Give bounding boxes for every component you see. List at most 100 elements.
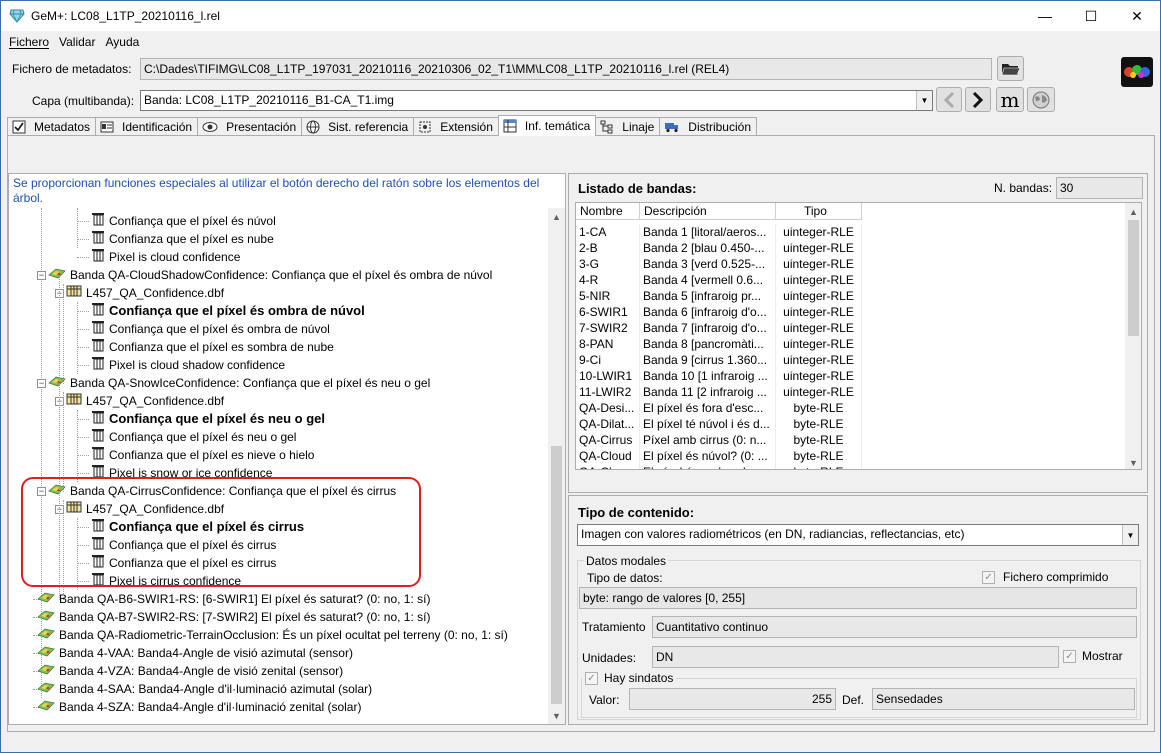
open-folder-button[interactable] [997,56,1024,81]
scroll-up-icon[interactable]: ▲ [1125,203,1141,220]
table-row[interactable]: 3-G Banda 3 [verd 0.525-... uinteger-RLE [576,256,1125,272]
tree-node-field[interactable]: Confianza que el píxel es nube [91,230,274,248]
next-band-button[interactable] [965,87,991,112]
table-row[interactable]: 7-SWIR2 Banda 7 [infraroig d'o... uinteger… [576,320,1125,336]
tree-node-field[interactable]: Confiança que el píxel és ombra de núvol [91,320,330,338]
table-row[interactable]: QA-Cloud El píxel és núvol? (0: ... byte-R… [576,448,1125,464]
miramon-button[interactable]: m [996,87,1024,112]
tree-node-dbf[interactable]: − L457_QA_Confidence.dbf [55,284,224,302]
truck-icon [665,123,679,133]
column-header-descripcion[interactable]: Descripción [640,203,776,220]
collapse-icon[interactable]: − [37,378,46,388]
content-type-select[interactable]: Imagen con valores radiométricos (en DN,… [577,524,1139,546]
tree-node-band[interactable]: Banda 4-VZA: Banda4-Angle de visió zenit… [37,662,343,680]
tree-scrollbar-thumb[interactable] [551,446,562,704]
band-table[interactable]: Nombre Descripción Tipo 1-CA Banda 1 [lit… [575,202,1142,470]
layer-select[interactable]: Banda: LC08_L1TP_20210116_B1-CA_T1.img ▼ [140,90,933,111]
tree-node-label: Confianza que el píxel es nube [109,232,274,246]
tree-scrollbar[interactable]: ▲ ▼ [548,208,565,724]
scroll-down-icon[interactable]: ▼ [548,707,565,724]
table-row[interactable]: 8-PAN Banda 8 [pancromàti... uinteger-RLE [576,336,1125,352]
close-button[interactable]: ✕ [1114,1,1160,31]
tree-node-field[interactable]: Confiança que el píxel és cirrus [91,536,276,554]
tab-identificacion[interactable]: Identificación [95,117,199,136]
column-header-nombre[interactable]: Nombre [576,203,640,220]
band-type-cell: uinteger-RLE [776,384,862,400]
table-field-icon [91,356,105,375]
column-header-tipo[interactable]: Tipo [776,203,862,220]
table-row[interactable]: 9-Ci Banda 9 [cirrus 1.360... uinteger-RLE [576,352,1125,368]
table-row[interactable]: 4-R Banda 4 [vermell 0.6... uinteger-RLE [576,272,1125,288]
table-icon [503,119,517,133]
tree-node-band[interactable]: − Banda QA-CloudShadowConfidence: Confian… [37,266,492,284]
table-row[interactable]: 1-CA Banda 1 [litoral/aeros... uinteger-RL… [576,224,1125,240]
tree-node-band[interactable]: Banda QA-B6-SWIR1-RS: [6-SWIR1] El píxel… [37,590,430,608]
tree-node-label: Confiança que el píxel és neu o gel [109,430,297,444]
tab-presentacion[interactable]: Presentación [197,117,303,136]
collapse-icon[interactable]: − [37,486,46,496]
band-table-scrollbar-thumb[interactable] [1128,220,1139,336]
tree-node-field[interactable]: Confianza que el píxel es nieve o hielo [91,446,314,464]
compressed-checkbox[interactable]: ✓ Fichero comprimido [982,570,1108,584]
table-row[interactable]: 10-LWIR1 Banda 10 [1 infraroig ... uintege… [576,368,1125,384]
tree-node-band[interactable]: Banda QA-B7-SWIR2-RS: [7-SWIR2] El píxel… [37,608,430,626]
tree-node-field[interactable]: Pixel is cloud confidence [91,248,240,266]
band-type-cell: byte-RLE [776,464,862,469]
minimize-button[interactable]: — [1022,1,1068,31]
tree-node-field[interactable]: Confiança que el píxel és ombra de núvol [91,302,365,320]
tree-node-band[interactable]: Banda 4-VAA: Banda4-Angle de visió azimu… [37,644,353,662]
tree-node-band[interactable]: Banda QA-Radiometric-TerrainOcclusion: É… [37,626,508,644]
tree-node-label: Pixel is cloud confidence [109,250,241,264]
tab-distribucion[interactable]: Distribución [659,117,757,136]
globe-button[interactable] [1027,87,1055,112]
tree-node-field[interactable]: Confianza que el píxel es sombra de nube [91,338,334,356]
tab-metadatos[interactable]: Metadatos [7,117,97,136]
maximize-button[interactable]: ☐ [1068,1,1114,31]
tree-node-band[interactable]: − Banda QA-CirrusConfidence: Confiança qu… [37,482,396,500]
menu-validar[interactable]: Validar [55,35,99,49]
show-units-checkbox[interactable]: ✓ Mostrar [1063,649,1123,663]
data-type-label: Tipo de datos: [587,571,663,585]
tree-node-field[interactable]: Confiança que el píxel és neu o gel [91,428,296,446]
previous-band-button[interactable] [936,87,962,112]
tree-node-field[interactable]: Confiança que el píxel és núvol [91,212,276,230]
collapse-icon[interactable]: − [37,270,46,280]
metadata-tree: Confiança que el píxel és núvol Confianza… [9,208,549,724]
tab-linaje[interactable]: Linaje [595,117,661,136]
modal-data-group-label: Datos modales [584,554,669,568]
tree-node-label: L457_QA_Confidence.dbf [86,502,225,516]
table-row[interactable]: 2-B Banda 2 [blau 0.450-... uinteger-RLE [576,240,1125,256]
tab-linaje-label: Linaje [622,120,655,134]
band-type-cell: uinteger-RLE [776,336,862,352]
tree-node-dbf[interactable]: − L457_QA_Confidence.dbf [55,392,224,410]
tree-node-label: Banda 4-SAA: Banda4-Angle d'il·luminació… [59,682,373,696]
tree-node-field[interactable]: Confiança que el píxel és neu o gel [91,410,325,428]
tab-sist-referencia[interactable]: Sist. referencia [301,117,415,136]
band-table-scrollbar[interactable]: ▲ ▼ [1125,203,1141,469]
nodata-checkbox[interactable]: ✓ Hay sindatos [582,671,677,685]
tree-node-band[interactable]: Banda 4-SZA: Banda4-Angle d'il·luminació… [37,698,361,716]
metadata-file-field[interactable]: C:\Dades\TIFIMG\LC08_L1TP_197031_2021011… [140,58,992,80]
tree-node-field[interactable]: Pixel is snow or ice confidence [91,464,272,482]
menu-fichero[interactable]: Fichero [5,35,53,49]
tree-node-band[interactable]: − Banda QA-SnowIceConfidence: Confiança q… [37,374,430,392]
tree-node-field[interactable]: Pixel is cloud shadow confidence [91,356,285,374]
tree-node-dbf[interactable]: − L457_QA_Confidence.dbf [55,500,224,518]
scroll-up-icon[interactable]: ▲ [548,208,565,225]
tree-node-field[interactable]: Pixel is cirrus confidence [91,572,241,590]
tree-node-field[interactable]: Confianza que el píxel es cirrus [91,554,276,572]
scroll-down-icon[interactable]: ▼ [1125,454,1141,469]
table-row[interactable]: QA-Clou...El píxel és ombra de...byte-RL… [576,464,1125,469]
table-row[interactable]: QA-Desi... El píxel és fora d'esc... byte-… [576,400,1125,416]
table-row[interactable]: 6-SWIR1 Banda 6 [infraroig d'o... uinteger… [576,304,1125,320]
tab-extension[interactable]: Extensión [413,117,499,136]
table-row[interactable]: QA-Cirrus Píxel amb cirrus (0: n... byte-R… [576,432,1125,448]
tab-inf-tematica[interactable]: Inf. temática [497,115,597,136]
band-type-cell: byte-RLE [776,416,862,432]
tree-node-field[interactable]: Confiança que el píxel és cirrus [91,518,304,536]
menu-ayuda[interactable]: Ayuda [101,35,143,49]
table-row[interactable]: QA-Dilat... El píxel té núvol i és d... by… [576,416,1125,432]
table-row[interactable]: 5-NIR Banda 5 [infraroig pr... uinteger-RL… [576,288,1125,304]
table-row[interactable]: 11-LWIR2 Banda 11 [2 infraroig ... uintege… [576,384,1125,400]
tree-node-band[interactable]: Banda 4-SAA: Banda4-Angle d'il·luminació… [37,680,372,698]
